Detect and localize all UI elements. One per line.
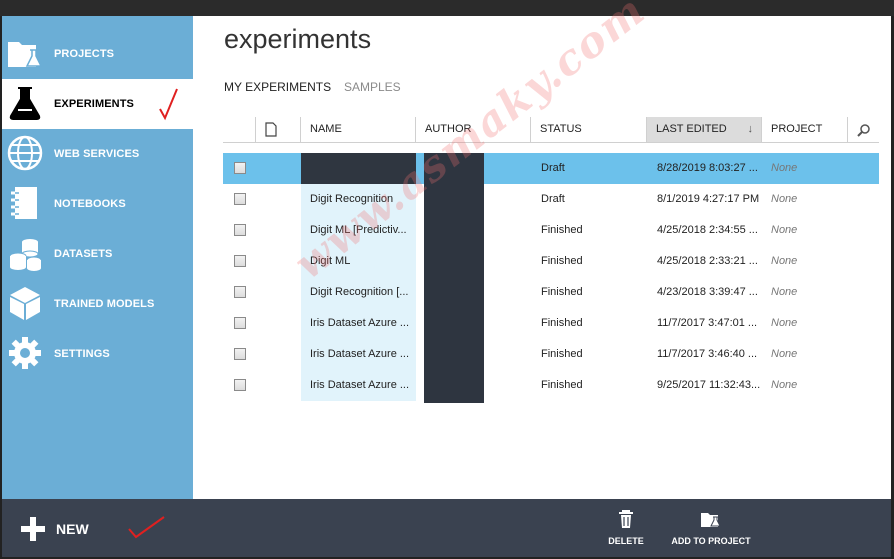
- row-project: None: [771, 379, 798, 391]
- row-checkbox[interactable]: [234, 193, 246, 205]
- add-to-project-icon: [701, 513, 721, 527]
- projects-folder-flask-icon: [8, 42, 43, 67]
- table-header: NAME AUTHOR STATUS LAST EDITED ↓ PROJECT: [223, 117, 879, 143]
- sidebar-item-label: EXPERIMENTS: [54, 98, 134, 110]
- sidebar-item-notebooks[interactable]: NOTEBOOKS: [2, 179, 193, 229]
- row-project: None: [771, 348, 798, 360]
- sidebar-item-label: WEB SERVICES: [54, 148, 140, 160]
- globe-icon: [7, 135, 43, 171]
- table-row[interactable]: Iris Dataset Azure ... Finished 9/25/201…: [223, 370, 879, 401]
- top-bar: [0, 0, 894, 16]
- datasets-cylinders-icon: [9, 239, 42, 271]
- row-status: Finished: [541, 224, 583, 236]
- page-title: experiments: [224, 24, 372, 54]
- row-status: Finished: [541, 255, 583, 267]
- app-window: PROJECTS EXPERIMENTS WEB SERVICES NOTEBO…: [0, 0, 894, 559]
- column-header-last-edited[interactable]: LAST EDITED ↓: [647, 117, 762, 142]
- table-row[interactable]: Digit ML Finished 4/25/2018 2:33:21 ... …: [223, 246, 879, 277]
- row-checkbox[interactable]: [234, 255, 246, 267]
- row-name: Digit Recognition [...: [301, 277, 416, 308]
- sidebar-item-projects[interactable]: PROJECTS: [2, 29, 193, 79]
- new-label: NEW: [56, 521, 89, 537]
- author-redaction-block: [424, 153, 484, 403]
- select-column-header: [223, 117, 256, 142]
- column-header-project[interactable]: PROJECT: [762, 117, 848, 142]
- row-status: Finished: [541, 348, 583, 360]
- sidebar-item-label: PROJECTS: [54, 48, 115, 60]
- row-project: None: [771, 224, 798, 236]
- delete-button[interactable]: DELETE: [606, 509, 646, 546]
- tab-my-experiments[interactable]: MY EXPERIMENTS: [224, 80, 331, 94]
- search-icon: [857, 124, 870, 137]
- row-status: Draft: [541, 193, 565, 205]
- table-row[interactable]: Draft 8/28/2019 8:03:27 ... None: [223, 153, 879, 184]
- row-name: [301, 153, 416, 184]
- row-checkbox[interactable]: [234, 379, 246, 391]
- plus-icon: [21, 517, 45, 541]
- cube-icon: [10, 287, 40, 320]
- column-header-author[interactable]: AUTHOR: [416, 117, 531, 142]
- sidebar-item-label: TRAINED MODELS: [54, 298, 155, 310]
- row-checkbox[interactable]: [234, 348, 246, 360]
- document-icon: [265, 122, 277, 137]
- check-mark-annotation: [128, 516, 165, 539]
- row-checkbox[interactable]: [234, 317, 246, 329]
- table-row[interactable]: Digit Recognition Draft 8/1/2019 4:27:17…: [223, 184, 879, 215]
- sidebar: PROJECTS EXPERIMENTS WEB SERVICES NOTEBO…: [2, 16, 193, 499]
- add-to-project-label: ADD TO PROJECT: [671, 536, 751, 546]
- gear-icon: [9, 337, 41, 369]
- column-header-status[interactable]: STATUS: [531, 117, 647, 142]
- row-project: None: [771, 317, 798, 329]
- sidebar-item-label: SETTINGS: [54, 348, 110, 360]
- table-row[interactable]: Digit Recognition [... Finished 4/23/201…: [223, 277, 879, 308]
- sidebar-item-experiments[interactable]: EXPERIMENTS: [2, 79, 193, 129]
- row-status: Finished: [541, 379, 583, 391]
- new-button[interactable]: NEW: [20, 514, 89, 544]
- tab-samples[interactable]: SAMPLES: [344, 80, 401, 94]
- row-name: Digit ML: [301, 246, 416, 277]
- command-bar: NEW DELETE ADD TO PROJECT: [2, 499, 891, 557]
- sidebar-item-label: DATASETS: [54, 248, 113, 260]
- trash-icon: [619, 510, 633, 528]
- row-name: Iris Dataset Azure ...: [301, 308, 416, 339]
- sidebar-item-label: NOTEBOOKS: [54, 198, 126, 210]
- row-status: Draft: [541, 162, 565, 174]
- row-checkbox[interactable]: [234, 162, 246, 174]
- sort-descending-icon: ↓: [747, 123, 754, 135]
- row-project: None: [771, 162, 798, 174]
- search-column-header[interactable]: [848, 117, 879, 142]
- table-row[interactable]: Iris Dataset Azure ... Finished 11/7/201…: [223, 339, 879, 370]
- column-header-name[interactable]: NAME: [301, 117, 416, 142]
- table-row[interactable]: Digit ML [Predictiv... Finished 4/25/201…: [223, 215, 879, 246]
- main-panel: experiments MY EXPERIMENTS SAMPLES NAME …: [193, 16, 891, 499]
- table-row[interactable]: Iris Dataset Azure ... Finished 11/7/201…: [223, 308, 879, 339]
- row-project: None: [771, 193, 798, 205]
- check-mark-annotation: [159, 88, 178, 121]
- row-project: None: [771, 255, 798, 267]
- row-project: None: [771, 286, 798, 298]
- delete-label: DELETE: [608, 536, 644, 546]
- flask-icon: [9, 87, 41, 120]
- column-header-label: LAST EDITED: [656, 123, 727, 135]
- row-name: Iris Dataset Azure ...: [301, 370, 416, 401]
- row-name: Digit ML [Predictiv...: [301, 215, 416, 246]
- row-checkbox[interactable]: [234, 286, 246, 298]
- notebook-icon: [11, 187, 37, 219]
- add-to-project-button[interactable]: ADD TO PROJECT: [670, 509, 752, 546]
- sidebar-item-trained-models[interactable]: TRAINED MODELS: [2, 279, 193, 329]
- sidebar-item-web-services[interactable]: WEB SERVICES: [2, 129, 193, 179]
- row-status: Finished: [541, 286, 583, 298]
- sidebar-item-settings[interactable]: SETTINGS: [2, 329, 193, 379]
- row-name: Iris Dataset Azure ...: [301, 339, 416, 370]
- row-status: Finished: [541, 317, 583, 329]
- sidebar-item-datasets[interactable]: DATASETS: [2, 229, 193, 279]
- row-checkbox[interactable]: [234, 224, 246, 236]
- row-name: Digit Recognition: [301, 184, 416, 215]
- document-column-header: [256, 117, 301, 142]
